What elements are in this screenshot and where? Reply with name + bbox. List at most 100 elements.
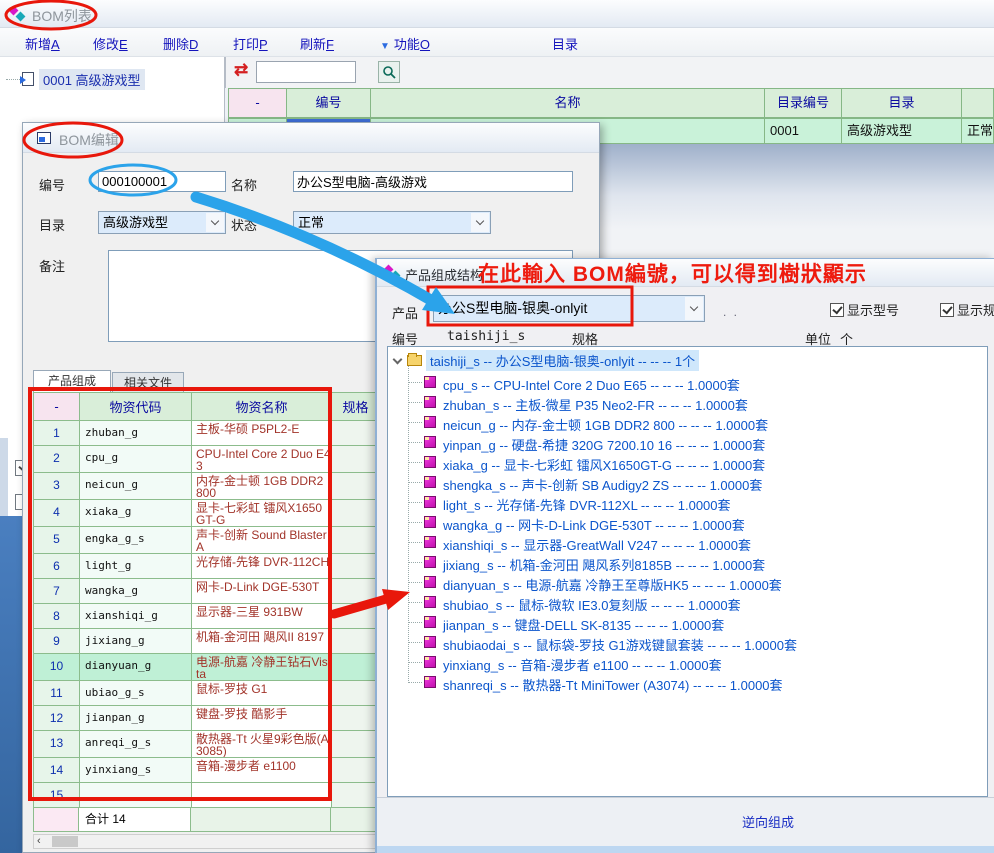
- grid-cell-10-0: 10: [34, 654, 80, 681]
- grid-row-9[interactable]: 9jixiang_g机箱-金河田 飓风II 8197: [34, 629, 380, 654]
- grid-total-cell: [191, 807, 331, 832]
- grid-horizontal-scrollbar[interactable]: ‹: [33, 834, 379, 849]
- tree-item-dianyuan_s[interactable]: dianyuan_s -- 电源-航嘉 冷静王至尊版HK5 -- -- -- 1…: [388, 573, 978, 593]
- list-header-4: 目录: [842, 88, 962, 118]
- folder-icon: [407, 355, 422, 366]
- tree-item-shengka_s[interactable]: shengka_s -- 声卡-创新 SB Audigy2 ZS -- -- -…: [388, 473, 978, 493]
- tab-product-composition[interactable]: 产品组成: [33, 370, 111, 392]
- category-tree-node[interactable]: 0001 高级游戏型: [6, 69, 145, 89]
- grid-cell-7-0: 7: [34, 579, 80, 604]
- grid-row-11[interactable]: 11ubiao_g_s鼠标-罗技 G1: [34, 681, 380, 706]
- toolbar-button-print[interactable]: 打印P: [233, 34, 268, 53]
- structure-bottom-bar: 逆向组成: [377, 797, 994, 846]
- part-icon: [424, 456, 436, 468]
- grid-row-12[interactable]: 12jianpan_g键盘-罗技 酷影手: [34, 706, 380, 731]
- grid-row-15[interactable]: 15: [34, 783, 380, 808]
- grid-cell-12-2: 键盘-罗技 酷影手: [192, 706, 332, 731]
- category-select[interactable]: 高级游戏型: [98, 211, 226, 234]
- grid-row-10[interactable]: 10dianyuan_g电源-航嘉 冷静王钻石Vista: [34, 654, 380, 681]
- show-model-checkbox[interactable]: 显示型号: [830, 300, 899, 319]
- grid-row-7[interactable]: 7wangka_g网卡-D-Link DGE-530T: [34, 579, 380, 604]
- toolbar-button-directory[interactable]: 目录: [552, 34, 578, 53]
- grid-cell-1-2: 主板-华硕 P5PL2-E: [192, 421, 332, 446]
- scrollbar-thumb[interactable]: [52, 836, 78, 847]
- search-button[interactable]: [378, 61, 400, 83]
- tree-item-label: shengka_s -- 声卡-创新 SB Audigy2 ZS -- -- -…: [443, 475, 762, 494]
- tree-connector: [409, 462, 422, 463]
- part-icon: [424, 596, 436, 608]
- list-cell-4: 高级游戏型: [842, 118, 962, 144]
- tree-item-shubiaodai_s[interactable]: shubiaodai_s -- 鼠标袋-罗技 G1游戏键鼠套装 -- -- --…: [388, 633, 978, 653]
- tree-item-xiaka_g[interactable]: xiaka_g -- 显卡-七彩虹 镭风X1650GT-G -- -- -- 1…: [388, 453, 978, 473]
- tree-item-yinpan_g[interactable]: yinpan_g -- 硬盘-希捷 320G 7200.10 16 -- -- …: [388, 433, 978, 453]
- product-select[interactable]: 办公S型电脑-银奥-onlyit: [433, 295, 705, 322]
- grid-total-label: 合计 14: [79, 807, 191, 832]
- code-field[interactable]: [98, 171, 226, 192]
- tree-item-jixiang_s[interactable]: jixiang_s -- 机箱-金河田 飓风系列8185B -- -- -- 1…: [388, 553, 978, 573]
- tree-root-node[interactable]: taishiji_s -- 办公S型电脑-银奥-onlyit -- -- -- …: [394, 351, 699, 370]
- scroll-left-arrow[interactable]: ‹: [37, 835, 41, 848]
- tree-connector: [409, 402, 422, 403]
- tree-item-neicun_g[interactable]: neicun_g -- 内存-金士顿 1GB DDR2 800 -- -- --…: [388, 413, 978, 433]
- grid-cell-4-2: 显卡-七彩虹 镭风X1650GT-G: [192, 500, 332, 527]
- tab-related-files[interactable]: 相关文件: [112, 372, 184, 392]
- structure-code-value: taishiji_s: [447, 329, 525, 344]
- chevron-expanded-icon[interactable]: [393, 354, 403, 364]
- tree-item-label: yinpan_g -- 硬盘-希捷 320G 7200.10 16 -- -- …: [443, 435, 765, 454]
- grid-cell-5-0: 5: [34, 527, 80, 554]
- swap-icon[interactable]: ⇄: [234, 60, 248, 80]
- grid-header-spec: 规格: [332, 393, 380, 421]
- grid-row-13[interactable]: 13anreqi_g_s散热器-Tt 火星9彩色版(A3085): [34, 731, 380, 758]
- tree-item-wangka_g[interactable]: wangka_g -- 网卡-D-Link DGE-530T -- -- -- …: [388, 513, 978, 533]
- tree-connector: [409, 422, 422, 423]
- name-field[interactable]: [293, 171, 573, 192]
- tree-item-shanreqi_s[interactable]: shanreqi_s -- 散热器-Tt MiniTower (A3074) -…: [388, 673, 978, 693]
- grid-cell-1-0: 1: [34, 421, 80, 446]
- tree-connector: [409, 582, 422, 583]
- toolbar-button-delete[interactable]: 删除D: [163, 34, 198, 53]
- tree-item-cpu_s[interactable]: cpu_s -- CPU-Intel Core 2 Duo E65 -- -- …: [388, 373, 978, 393]
- composition-grid-header: - 物资代码 物资名称 规格: [34, 393, 380, 421]
- status-select[interactable]: 正常: [293, 211, 491, 234]
- grid-row-3[interactable]: 3neicun_g内存-金士顿 1GB DDR2 800: [34, 473, 380, 500]
- grid-row-4[interactable]: 4xiaka_g显卡-七彩虹 镭风X1650GT-G: [34, 500, 380, 527]
- grid-cell-3-0: 3: [34, 473, 80, 500]
- tree-item-xianshiqi_s[interactable]: xianshiqi_s -- 显示器-GreatWall V247 -- -- …: [388, 533, 978, 553]
- grid-cell-2-1: cpu_g: [80, 446, 192, 473]
- tree-item-yinxiang_s[interactable]: yinxiang_s -- 音箱-漫步者 e1100 -- -- -- 1.00…: [388, 653, 978, 673]
- grid-cell-8-1: xianshiqi_g: [80, 604, 192, 629]
- grid-row-1[interactable]: 1zhuban_g主板-华硕 P5PL2-E: [34, 421, 380, 446]
- note-label: 备注: [39, 256, 65, 275]
- tree-item-label: xianshiqi_s -- 显示器-GreatWall V247 -- -- …: [443, 535, 751, 554]
- show-spec-checkbox[interactable]: 显示规格: [940, 300, 994, 319]
- grid-cell-5-2: 声卡-创新 Sound Blaster A: [192, 527, 332, 554]
- grid-cell-2-2: CPU-Intel Core 2 Duo E43: [192, 446, 332, 473]
- tree-item-jianpan_s[interactable]: jianpan_s -- 键盘-DELL SK-8135 -- -- -- 1.…: [388, 613, 978, 633]
- part-icon: [424, 556, 436, 568]
- grid-row-14[interactable]: 14yinxiang_s音箱-漫步者 e1100: [34, 758, 380, 783]
- toolbar-button-function[interactable]: ▼功能O: [380, 34, 430, 53]
- tree-connector: [409, 542, 422, 543]
- tree-connector: [409, 482, 422, 483]
- toolbar-button-edit[interactable]: 修改E: [93, 34, 128, 53]
- grid-cell-4-1: xiaka_g: [80, 500, 192, 527]
- show-model-label: 显示型号: [847, 300, 899, 319]
- tree-item-light_s[interactable]: light_s -- 光存储-先锋 DVR-112XL -- -- -- 1.0…: [388, 493, 978, 513]
- grid-total-cell: [331, 807, 379, 832]
- code-label: 编号: [39, 175, 65, 194]
- tree-item-zhuban_s[interactable]: zhuban_s -- 主板-微星 P35 Neo2-FR -- -- -- 1…: [388, 393, 978, 413]
- grid-row-8[interactable]: 8xianshiqi_g显示器-三星 931BW: [34, 604, 380, 629]
- tree-item-shubiao_s[interactable]: shubiao_s -- 鼠标-微软 IE3.0复刻版 -- -- -- 1.0…: [388, 593, 978, 613]
- grid-total-row: 合计 14: [33, 807, 379, 832]
- toolbar-button-refresh[interactable]: 刷新F: [300, 34, 334, 53]
- grid-row-6[interactable]: 6light_g光存储-先锋 DVR-112CH: [34, 554, 380, 579]
- product-label: 产品: [392, 303, 418, 322]
- grid-cell-15-2: [192, 783, 332, 808]
- reverse-composition-link[interactable]: 逆向组成: [742, 812, 794, 831]
- toolbar-button-new[interactable]: 新增A: [25, 34, 60, 53]
- part-icon: [424, 676, 436, 688]
- grid-row-5[interactable]: 5engka_g_s声卡-创新 Sound Blaster A: [34, 527, 380, 554]
- search-input[interactable]: [256, 61, 356, 83]
- grid-row-2[interactable]: 2cpu_gCPU-Intel Core 2 Duo E43: [34, 446, 380, 473]
- tree-item-label: zhuban_s -- 主板-微星 P35 Neo2-FR -- -- -- 1…: [443, 395, 748, 414]
